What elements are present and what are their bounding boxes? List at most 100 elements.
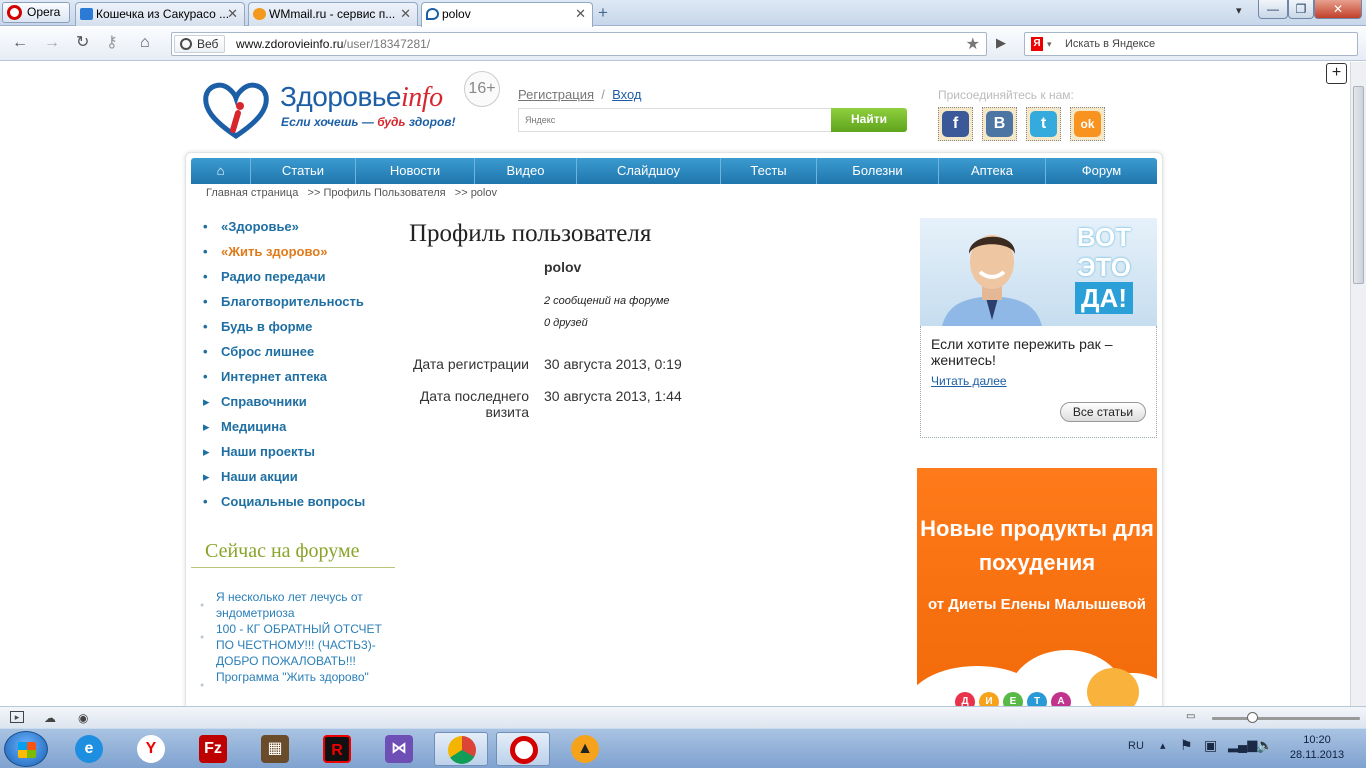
expand-panel-button[interactable]: +	[1326, 63, 1347, 84]
tab-wmmail[interactable]: WMmail.ru - сервис п... ✕	[248, 2, 418, 26]
leftnav-item[interactable]: • Сброс лишнее	[203, 343, 365, 368]
taskbar-ie[interactable]: e	[62, 732, 116, 766]
turbo-gauge-icon[interactable]: ◉	[78, 711, 88, 725]
vkontakte-button[interactable]: B	[982, 107, 1017, 141]
volume-icon[interactable]: 🔈	[1256, 737, 1273, 754]
opera-menu-button[interactable]: Opera	[2, 2, 70, 23]
leftnav-item[interactable]: ▸ Медицина	[203, 418, 365, 443]
forum-topic-link[interactable]: ● 100 - КГ ОБРАТНЫЙ ОТСЧЕТ ПО ЧЕСТНОМУ!!!…	[200, 621, 390, 669]
address-field[interactable]: Веб www.zdorovieinfo.ru/user/18347281/ ★	[171, 32, 987, 56]
back-icon[interactable]: ←	[12, 34, 28, 52]
web-badge[interactable]: Веб	[174, 35, 226, 53]
action-center-flag-icon[interactable]: ⚑	[1180, 737, 1193, 754]
system-clock[interactable]: 10:20 28.11.2013	[1282, 733, 1352, 763]
leftnav-item[interactable]: • «Здоровье»	[203, 218, 365, 243]
taskbar-visual-studio[interactable]: ⋈	[372, 732, 426, 766]
leftnav-item[interactable]: ▸ Наши проекты	[203, 443, 365, 468]
tab-close-icon[interactable]: ✕	[400, 3, 411, 25]
bullet-icon: •	[203, 319, 208, 334]
odnoklassniki-button[interactable]: ok	[1070, 107, 1105, 141]
maximize-button[interactable]: ❐	[1288, 0, 1314, 19]
menu-item-tests[interactable]: Тесты	[721, 158, 817, 184]
taskbar-app-r[interactable]: R	[310, 732, 364, 766]
reload-icon[interactable]: ↻	[76, 34, 89, 52]
menu-item-slideshow[interactable]: Слайдшоу	[577, 158, 721, 184]
forum-messages-link[interactable]: 2 сообщений на форуме	[544, 295, 670, 307]
leftnav-item[interactable]: • Будь в форме	[203, 318, 365, 343]
leftnav-item[interactable]: ▸ Наши акции	[203, 468, 365, 493]
show-hidden-icons-icon[interactable]: ▴	[1160, 739, 1166, 752]
forum-topic-link[interactable]: ● Я несколько лет лечусь от эндометриоза	[200, 589, 390, 621]
taskbar-opera[interactable]	[496, 732, 550, 766]
go-arrow-icon[interactable]: ▶	[996, 34, 1006, 52]
opera-unite-cloud-icon[interactable]: ☁	[44, 711, 56, 725]
breadcrumb-home[interactable]: Главная страница	[206, 187, 298, 199]
site-search-input[interactable]: Яндекс	[518, 108, 832, 132]
language-indicator[interactable]: RU	[1128, 740, 1144, 752]
friends-count: 0 друзей	[544, 317, 588, 329]
leftnav-item[interactable]: • «Жить здорово»	[203, 243, 365, 268]
taskbar-media[interactable]: ▦	[248, 732, 302, 766]
tab-close-icon[interactable]: ✕	[227, 3, 238, 25]
leftnav-item[interactable]: ▸ Справочники	[203, 393, 365, 418]
leftnav-item[interactable]: • Радио передачи	[203, 268, 365, 293]
site-search-button[interactable]: Найти	[831, 108, 907, 132]
breadcrumb-section[interactable]: Профиль Пользователя	[323, 187, 445, 199]
search-engine-dropdown-icon[interactable]: ▾	[1047, 33, 1052, 55]
tab-list-icon[interactable]: ▾	[1236, 4, 1242, 17]
clock-date: 28.11.2013	[1289, 749, 1345, 761]
leftnav-item[interactable]: • Социальные вопросы	[203, 493, 365, 518]
taskbar-yandex[interactable]: Y	[124, 732, 178, 766]
key-icon[interactable]: ⚷	[106, 34, 118, 52]
all-articles-button[interactable]: Все статьи	[1060, 402, 1146, 422]
menu-item-articles[interactable]: Статьи	[251, 158, 356, 184]
device-icon[interactable]: ▣	[1204, 737, 1217, 754]
home-icon[interactable]: ⌂	[140, 34, 150, 52]
search-placeholder: Искать в Яндексе	[1065, 38, 1156, 50]
view-options-icon[interactable]: ▭	[1186, 711, 1195, 722]
yandex-search-field[interactable]: Я ▾ Искать в Яндексе	[1024, 32, 1358, 56]
close-window-button[interactable]: ✕	[1314, 0, 1362, 19]
tab-polov[interactable]: polov ✕	[421, 2, 593, 27]
start-button[interactable]	[4, 731, 48, 767]
new-tab-icon[interactable]: +	[598, 4, 608, 22]
site-logo-heart-icon[interactable]	[202, 80, 270, 140]
zoom-slider-knob[interactable]	[1247, 712, 1258, 723]
taskbar-aimp[interactable]: ▲	[558, 732, 612, 766]
taskbar-chrome[interactable]	[434, 732, 488, 766]
scrollbar-thumb[interactable]	[1353, 86, 1364, 284]
menu-item-diseases[interactable]: Болезни	[817, 158, 939, 184]
chevron-right-icon: ▸	[203, 394, 210, 409]
forum-topic-link[interactable]: ● Программа "Жить здорово"	[200, 669, 390, 689]
diet-ad-banner[interactable]: Новые продукты для похудения от Диеты Ел…	[917, 468, 1157, 706]
forward-icon[interactable]: →	[44, 34, 60, 52]
minimize-button[interactable]: —	[1258, 0, 1288, 19]
bookmark-star-icon[interactable]: ★	[966, 34, 980, 54]
network-signal-icon[interactable]: ▂▄▆	[1228, 737, 1257, 753]
vertical-scrollbar[interactable]	[1350, 62, 1366, 706]
panel-toggle-icon[interactable]: ▸	[10, 711, 24, 723]
twitter-button[interactable]: t	[1026, 107, 1061, 141]
site-logo-text[interactable]: Здоровьеinfo	[280, 81, 443, 114]
menu-item-pharmacy[interactable]: Аптека	[939, 158, 1046, 184]
leftnav-item[interactable]: • Интернет аптека	[203, 368, 365, 393]
menu-home-icon[interactable]: ⌂	[191, 158, 251, 184]
menu-item-video[interactable]: Видео	[475, 158, 577, 184]
bullet-icon: ●	[200, 682, 205, 689]
tab-kitten[interactable]: Кошечка из Сакурасо ... ✕	[75, 2, 245, 26]
forum-topic-text: Программа "Жить здорово"	[216, 670, 369, 684]
register-link[interactable]: Регистрация	[518, 87, 594, 102]
tab-close-icon[interactable]: ✕	[575, 3, 586, 25]
diet-letter: И	[979, 692, 999, 706]
read-more-link[interactable]: Читать далее	[931, 374, 1007, 388]
leftnav-label: Радио передачи	[221, 269, 326, 284]
clock-time: 10:20	[1303, 734, 1331, 746]
zoom-slider[interactable]	[1212, 717, 1360, 720]
taskbar-filezilla[interactable]: Fz	[186, 732, 240, 766]
page-viewport: Здоровьеinfo Если хочешь — будь здоров! …	[0, 62, 1350, 706]
leftnav-item[interactable]: • Благотворительность	[203, 293, 365, 318]
facebook-button[interactable]: f	[938, 107, 973, 141]
login-link[interactable]: Вход	[612, 87, 641, 102]
menu-item-news[interactable]: Новости	[356, 158, 475, 184]
menu-item-forum[interactable]: Форум	[1046, 158, 1157, 184]
